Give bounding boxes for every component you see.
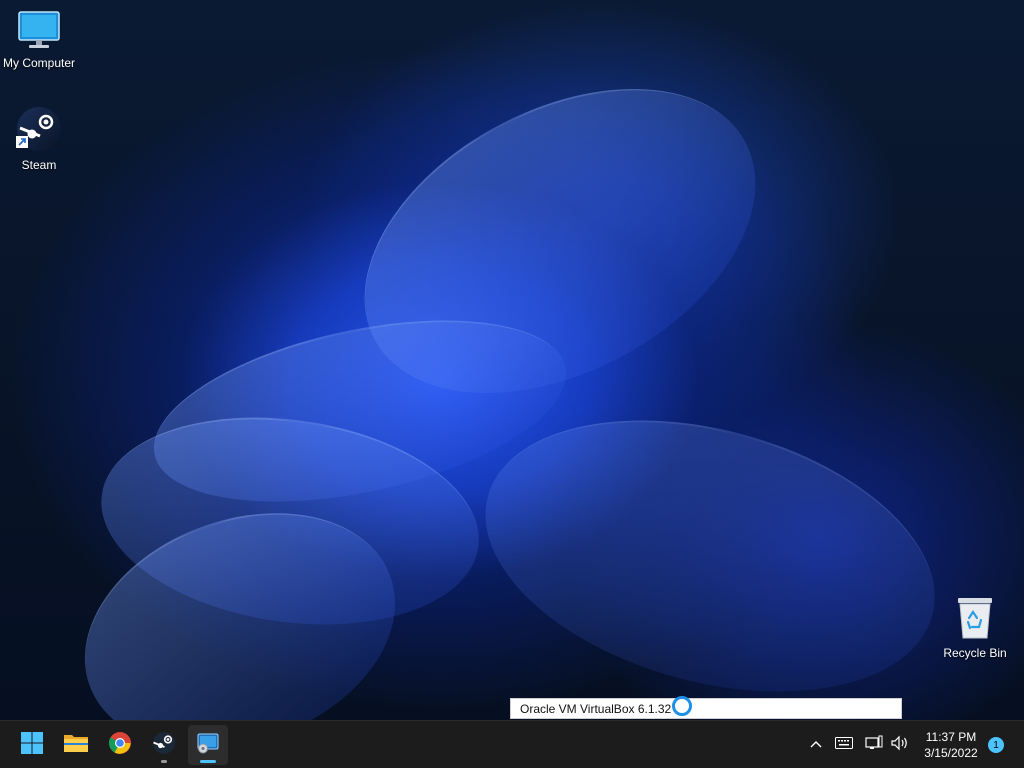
desktop-icon-label: Steam <box>21 158 57 172</box>
steam-icon <box>16 106 62 155</box>
desktop-icon-steam[interactable]: Steam <box>0 106 78 172</box>
taskbar-app-file-explorer[interactable] <box>56 725 96 765</box>
taskbar-tooltip: Oracle VM VirtualBox 6.1.32 <box>510 698 902 719</box>
speaker-icon <box>891 735 909 756</box>
network-icon <box>865 735 883 756</box>
folder-icon <box>63 732 89 759</box>
active-indicator <box>200 760 216 763</box>
wallpaper-petal <box>455 374 965 720</box>
windows-logo-icon <box>20 731 44 760</box>
recycle-bin-icon <box>955 596 995 643</box>
volume-button[interactable] <box>890 735 910 755</box>
steam-icon <box>152 731 176 760</box>
show-hidden-icons-button[interactable] <box>806 735 826 755</box>
running-indicator <box>161 760 167 763</box>
desktop-icon-my-computer[interactable]: My Computer <box>0 10 78 70</box>
chevron-up-icon <box>809 736 823 754</box>
start-button[interactable] <box>12 725 52 765</box>
desktop-icon-label: Recycle Bin <box>943 646 1007 660</box>
monitor-icon <box>17 10 61 53</box>
desktop: My Computer Steam Recycle Bin Oracle VM … <box>0 0 1024 720</box>
clock-time: 11:37 PM <box>925 730 977 744</box>
keyboard-icon <box>835 736 853 754</box>
loading-spinner-icon <box>672 696 692 716</box>
desktop-icon-recycle-bin[interactable]: Recycle Bin <box>936 596 1014 660</box>
clock[interactable]: 11:37 PM 3/15/2022 <box>916 729 986 761</box>
taskbar: 11:37 PM 3/15/2022 1 <box>0 720 1024 768</box>
desktop-icon-label: My Computer <box>2 56 76 70</box>
clock-date: 3/15/2022 <box>924 746 978 760</box>
taskbar-app-steam[interactable] <box>144 725 184 765</box>
virtualbox-icon <box>196 731 220 760</box>
chrome-icon <box>108 731 132 760</box>
keyboard-button[interactable] <box>834 735 854 755</box>
taskbar-app-virtualbox[interactable] <box>188 725 228 765</box>
taskbar-app-chrome[interactable] <box>100 725 140 765</box>
network-button[interactable] <box>864 735 884 755</box>
notification-badge[interactable]: 1 <box>988 737 1004 753</box>
